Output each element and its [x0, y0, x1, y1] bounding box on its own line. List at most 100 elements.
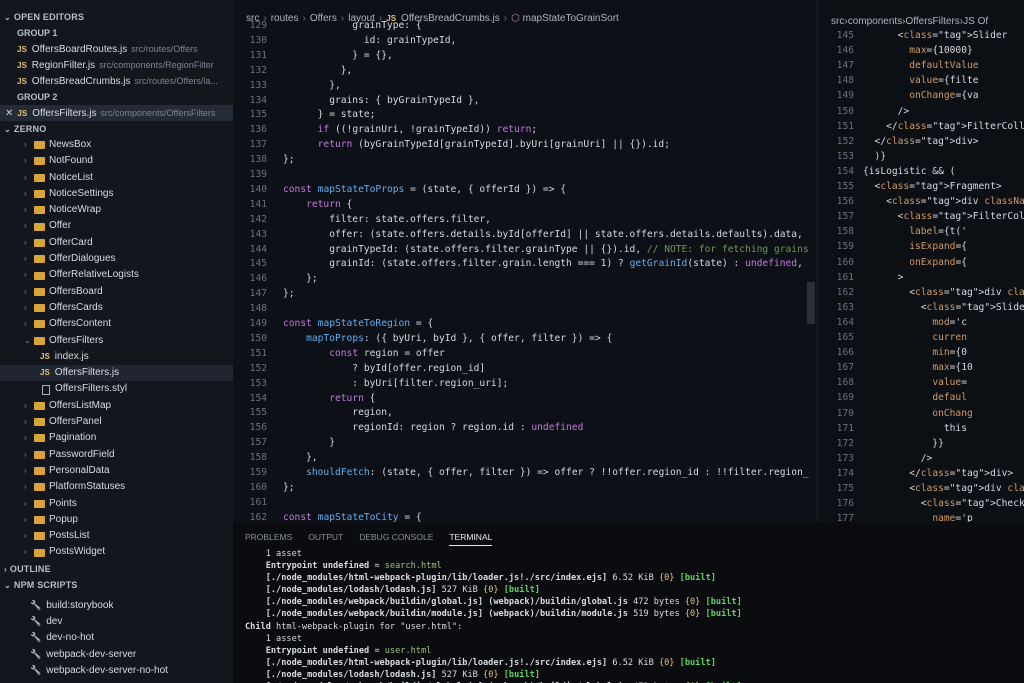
terminal-line: [./node_modules/html-webpack-plugin/lib/… [265, 657, 716, 668]
panel-tab-output[interactable]: OUTPUT [308, 532, 343, 545]
terminal-output[interactable]: 1 asset Entrypoint undefined = search.ht… [245, 548, 742, 683]
line-number: 133 [249, 79, 267, 91]
tree-item[interactable]: › NoticeWrap [0, 202, 233, 218]
close-icon[interactable]: ✕ [5, 108, 13, 119]
chevron-right-icon: › [24, 482, 27, 492]
group-1-label: GROUP 1 [17, 28, 58, 38]
line-number: 158 [249, 452, 267, 464]
line-number: 132 [249, 64, 267, 76]
tree-item[interactable]: › PersonalData [0, 463, 233, 479]
line-number: 146 [836, 45, 854, 57]
line-number: 137 [249, 139, 267, 151]
project-header[interactable]: ⌄ ZERNO [0, 121, 233, 137]
wrench-icon: 🔧 [30, 632, 42, 643]
terminal-line: Entrypoint undefined = user.html [265, 645, 432, 656]
npm-script-label: dev [46, 616, 63, 628]
npm-scripts-header[interactable]: ⌄ NPM SCRIPTS [0, 577, 233, 593]
tree-item[interactable]: JS index.js [0, 349, 233, 365]
panel-tab-terminal[interactable]: TERMINAL [449, 532, 493, 546]
open-editor-item[interactable]: JS OffersBoardRoutes.js src/routes/Offers [0, 41, 233, 57]
terminal-line: [./node_modules/html-webpack-plugin/lib/… [265, 573, 716, 584]
tree-item[interactable]: › OffersListMap [0, 398, 233, 414]
line-number: 149 [249, 318, 267, 329]
chevron-right-icon: › [24, 237, 27, 247]
folder-icon [34, 206, 45, 215]
tree-item[interactable]: › PlatformStatuses [0, 479, 233, 495]
tree-item[interactable]: › PostsList [0, 528, 233, 544]
code-line: } = state; [283, 109, 376, 121]
tree-item[interactable]: › NotFound [0, 153, 233, 169]
breadcrumb-item: components [847, 16, 903, 27]
tree-item[interactable]: › PasswordField [0, 447, 233, 463]
line-number: 153 [249, 377, 267, 389]
folder-icon [34, 238, 45, 247]
tree-item-label: Points [49, 497, 77, 509]
chevron-right-icon: › [24, 400, 27, 410]
wrench-icon: 🔧 [30, 664, 42, 675]
tree-item[interactable]: › PostsWidget [0, 544, 233, 560]
npm-script-item[interactable]: 🔧 webpack-dev-server [0, 646, 233, 662]
chevron-right-icon: › [24, 205, 27, 215]
line-number: 162 [249, 511, 267, 522]
code-line: return { [306, 198, 353, 210]
wrench-icon: 🔧 [30, 648, 42, 659]
split-editor[interactable]: src›components›OffersFilters›JS Of 145 <… [817, 0, 1024, 530]
chevron-right-icon: › [24, 254, 27, 264]
npm-script-item[interactable]: 🔧 webpack-dev-server-no-hot [0, 662, 233, 678]
tree-item[interactable]: › Points [0, 496, 233, 512]
folder-icon [34, 255, 45, 264]
tree-item[interactable]: › OfferRelativeLogists [0, 267, 233, 283]
code-line: max={10 [932, 362, 973, 374]
open-editor-item[interactable]: ✕ JS OffersFilters.js src/components/Offers… [0, 105, 233, 121]
panel-tab-debug-console[interactable]: DEBUG CONSOLE [359, 532, 433, 545]
editor-scrollbar[interactable] [807, 282, 815, 324]
code-line: }; [283, 288, 295, 300]
open-editor-name: OffersBoardRoutes.js [31, 44, 128, 55]
tree-item[interactable]: ⌄ OffersFilters [0, 333, 233, 349]
code-line: }, [283, 64, 353, 76]
code-line: grainTypeId: (state.offers.filter.grainT… [283, 243, 809, 255]
folder-icon [34, 401, 45, 410]
tree-item-label: OffersBoard [49, 285, 103, 297]
line-number: 139 [249, 169, 267, 180]
outline-header[interactable]: › OUTLINE [0, 561, 233, 577]
chevron-right-icon: › [24, 140, 27, 149]
open-editor-path: src/components/OffersFilters [100, 108, 216, 118]
terminal-line: [./node_modules/lodash/lodash.js] 527 Ki… [265, 585, 540, 596]
folder-icon [34, 515, 45, 524]
code-line: grainId: (state.offers.filter.grain.leng… [283, 258, 803, 270]
tree-item[interactable]: › NewsBox [0, 137, 233, 153]
tree-item[interactable]: OffersFilters.styl [0, 381, 233, 397]
tree-item[interactable]: › OffersPanel [0, 414, 233, 430]
tree-item[interactable]: › OffersContent [0, 316, 233, 332]
npm-script-item[interactable]: 🔧 dev-no-hot [0, 629, 233, 645]
chevron-right-icon: › [24, 465, 27, 475]
npm-scripts-label: NPM SCRIPTS [13, 579, 78, 590]
folder-icon [34, 434, 45, 443]
tree-item[interactable]: › OfferDialogues [0, 251, 233, 267]
code-line: </class="tag">FilterCollapse [863, 120, 1024, 132]
npm-script-item[interactable]: 🔧 dev [0, 613, 233, 629]
tree-item[interactable]: JS OffersFilters.js [0, 365, 233, 382]
tree-item[interactable]: › NoticeList [0, 170, 233, 186]
tree-item[interactable]: › Popup [0, 512, 233, 528]
breadcrumb-item: JS Of [963, 16, 989, 27]
npm-script-item[interactable]: 🔧 build:storybook [0, 597, 233, 613]
tree-item[interactable]: › OffersBoard [0, 284, 233, 300]
tree-item[interactable]: › OfferCard [0, 235, 233, 251]
panel-tab-problems[interactable]: PROBLEMS [245, 532, 292, 545]
main-editor[interactable]: src › routes › Offers › layout › JS OffersBreadCr… [233, 0, 817, 522]
tree-item[interactable]: › NoticeSettings [0, 186, 233, 202]
tree-item[interactable]: › OffersCards [0, 300, 233, 316]
line-number: 159 [249, 467, 267, 478]
wrench-icon: 🔧 [30, 599, 42, 610]
open-editors-header[interactable]: ⌄ OPEN EDITORS [0, 9, 233, 25]
open-editor-item[interactable]: JS RegionFilter.js src/components/RegionFi… [0, 57, 233, 73]
folder-icon [34, 320, 45, 329]
tree-item[interactable]: › Offer [0, 218, 233, 234]
tree-item-label: OffersContent [49, 318, 112, 330]
tree-item-label: OffersFilters.styl [55, 383, 128, 395]
code-line: } = {}, [283, 49, 393, 61]
tree-item[interactable]: › Pagination [0, 430, 233, 446]
open-editor-item[interactable]: JS OffersBreadCrumbs.js src/routes/Offers/… [0, 73, 233, 89]
